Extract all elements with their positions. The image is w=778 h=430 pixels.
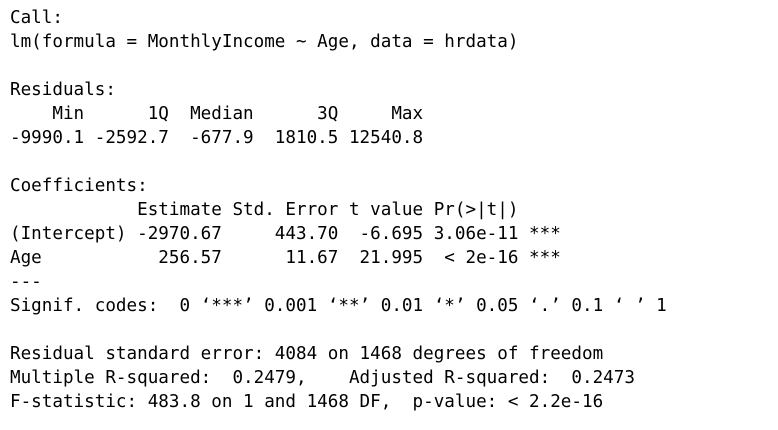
coefficients-separator: ---: [10, 272, 42, 292]
residuals-values: -9990.1 -2592.7 -677.9 1810.5 12540.8: [10, 128, 434, 148]
call-header: Call:: [10, 8, 63, 28]
coefficient-row-age: Age 256.57 11.67 21.995 < 2e-16 ***: [10, 248, 561, 268]
coefficients-column-headers: Estimate Std. Error t value Pr(>|t|): [10, 200, 561, 220]
coefficients-header: Coefficients:: [10, 176, 148, 196]
f-statistic: F-statistic: 483.8 on 1 and 1468 DF, p-v…: [10, 392, 604, 412]
residual-standard-error: Residual standard error: 4084 on 1468 de…: [10, 344, 604, 364]
call-formula: lm(formula = MonthlyIncome ~ Age, data =…: [10, 32, 519, 52]
r-squared: Multiple R-squared: 0.2479, Adjusted R-s…: [10, 368, 646, 388]
residuals-labels: Min 1Q Median 3Q Max: [10, 104, 434, 124]
r-console-output: Call: lm(formula = MonthlyIncome ~ Age, …: [10, 6, 774, 414]
coefficient-row-intercept: (Intercept) -2970.67 443.70 -6.695 3.06e…: [10, 224, 561, 244]
residuals-header: Residuals:: [10, 80, 116, 100]
signif-codes: Signif. codes: 0 ‘***’ 0.001 ‘**’ 0.01 ‘…: [10, 296, 667, 316]
